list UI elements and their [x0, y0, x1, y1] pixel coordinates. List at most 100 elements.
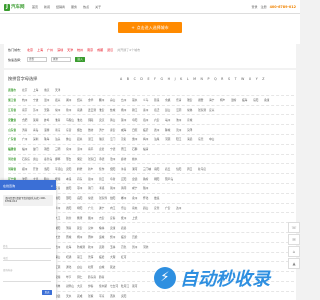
- letter-link[interactable]: Y: [256, 77, 258, 81]
- send-button[interactable]: 发送: [42, 290, 52, 295]
- city-link[interactable]: 晋中: [88, 235, 99, 239]
- city-link[interactable]: 江阴: [176, 108, 187, 112]
- city-link[interactable]: 白山: [77, 265, 88, 269]
- city-link[interactable]: 上饶: [132, 216, 143, 220]
- city-link[interactable]: 嘉兴: [55, 98, 66, 102]
- province-select[interactable]: 省份: [27, 57, 48, 62]
- city-link[interactable]: 泸州: [55, 206, 66, 210]
- city-link[interactable]: 宜兴: [209, 108, 220, 112]
- city-link[interactable]: 运城: [99, 235, 110, 239]
- city-link[interactable]: 七台河: [110, 284, 121, 288]
- letter-link[interactable]: M: [193, 77, 196, 81]
- city-link[interactable]: 温岭: [231, 98, 242, 102]
- close-icon[interactable]: ×: [50, 184, 53, 188]
- city-link[interactable]: 枣庄: [55, 128, 66, 132]
- city-link[interactable]: 普洱: [88, 255, 99, 259]
- city-link[interactable]: 通化: [66, 265, 77, 269]
- city-link[interactable]: 本溪: [66, 177, 77, 181]
- city-link[interactable]: 亳州: [165, 118, 176, 122]
- city-link[interactable]: 诸暨: [198, 98, 209, 102]
- city-link[interactable]: 潍坊: [88, 128, 99, 132]
- nav-item[interactable]: 经销商: [56, 5, 65, 9]
- city-link[interactable]: 池州: [176, 118, 187, 122]
- city-link[interactable]: 三门峡: [143, 167, 154, 171]
- city-link[interactable]: 淮安: [99, 108, 110, 112]
- city-link[interactable]: 商洛: [121, 226, 132, 230]
- city-link[interactable]: 广州: [22, 137, 33, 141]
- city-link[interactable]: 梧州: [55, 245, 66, 249]
- city-link[interactable]: 忻州: [110, 235, 121, 239]
- city-link[interactable]: 丹东: [77, 177, 88, 181]
- city-link[interactable]: 马鞍山: [66, 118, 77, 122]
- city-link[interactable]: 聊城: [165, 128, 176, 132]
- city-link[interactable]: 大理: [110, 255, 121, 259]
- hot-city-link[interactable]: 天津: [67, 48, 73, 52]
- city-link[interactable]: 龙岩: [99, 147, 110, 151]
- city-link[interactable]: 汕头: [55, 137, 66, 141]
- hot-city-link[interactable]: 武汉: [107, 48, 113, 52]
- city-link[interactable]: 韶关: [77, 137, 88, 141]
- city-link[interactable]: 石家庄: [22, 157, 33, 161]
- city-link[interactable]: 临沂: [143, 128, 154, 132]
- city-link[interactable]: 邯郸: [55, 157, 66, 161]
- phone-field[interactable]: 电话: [3, 254, 51, 261]
- city-link[interactable]: 南京: [22, 108, 33, 112]
- city-link[interactable]: 岳阳: [77, 196, 88, 200]
- city-link[interactable]: 厦门: [33, 147, 44, 151]
- city-link[interactable]: 葫芦岛: [165, 177, 176, 181]
- city-link[interactable]: 威海: [121, 128, 132, 132]
- city-link[interactable]: 吕梁: [132, 235, 143, 239]
- letter-link[interactable]: Z: [262, 77, 264, 81]
- letter-link[interactable]: K: [180, 77, 182, 81]
- city-link[interactable]: 盐城: [110, 108, 121, 112]
- city-link[interactable]: 铜仁: [77, 275, 88, 279]
- city-link[interactable]: 朝阳: [154, 177, 165, 181]
- letter-link[interactable]: P: [208, 77, 210, 81]
- city-link[interactable]: 湖州: [66, 98, 77, 102]
- city-link[interactable]: 泰安: [110, 128, 121, 132]
- city-link[interactable]: 延边: [110, 265, 121, 269]
- city-link[interactable]: 鹰潭: [77, 216, 88, 220]
- city-link[interactable]: 郑州: [22, 167, 33, 171]
- letter-link[interactable]: G: [161, 77, 163, 81]
- city-link[interactable]: 烟台: [77, 128, 88, 132]
- city-link[interactable]: 泰州: [143, 108, 154, 112]
- city-link[interactable]: 铁岭: [143, 177, 154, 181]
- city-link[interactable]: 深圳: [33, 137, 44, 141]
- city-link[interactable]: 双鸭山: [66, 284, 77, 288]
- city-link[interactable]: 毕节: [66, 275, 77, 279]
- city-link[interactable]: 镇江: [132, 108, 143, 112]
- city-link[interactable]: 惠州: [132, 137, 143, 141]
- city-link[interactable]: 濮阳: [110, 167, 121, 171]
- city-link[interactable]: 贺州: [132, 245, 143, 249]
- city-link[interactable]: 牡丹江: [121, 284, 132, 288]
- city-link[interactable]: 张家口: [88, 157, 99, 161]
- city-link[interactable]: 义乌: [143, 98, 154, 102]
- city-link[interactable]: 抚州: [121, 216, 132, 220]
- city-link[interactable]: 邢台: [66, 157, 77, 161]
- city-link[interactable]: 辽阳: [121, 177, 132, 181]
- city-link[interactable]: 荆州: [110, 186, 121, 190]
- city-link[interactable]: 临汾: [121, 235, 132, 239]
- city-link[interactable]: 玉林: [110, 245, 121, 249]
- city-link[interactable]: 遂宁: [99, 206, 110, 210]
- city-link[interactable]: 德州: [154, 128, 165, 132]
- city-link[interactable]: 保定: [77, 157, 88, 161]
- city-link[interactable]: 咸阳: [55, 226, 66, 230]
- city-link[interactable]: 日照: [132, 128, 143, 132]
- city-link[interactable]: 达州: [176, 206, 187, 210]
- city-link[interactable]: 慈溪: [154, 98, 165, 102]
- city-link[interactable]: 防城港: [77, 245, 88, 249]
- city-link[interactable]: 常德: [88, 196, 99, 200]
- city-link[interactable]: 清远: [187, 137, 198, 141]
- city-link[interactable]: 安康: [110, 226, 121, 230]
- city-link[interactable]: 北海: [66, 245, 77, 249]
- city-link[interactable]: 东莞: [198, 137, 209, 141]
- city-link[interactable]: 宜春: [110, 216, 121, 220]
- city-link[interactable]: 茂名: [121, 137, 132, 141]
- city-link[interactable]: 绍兴: [77, 98, 88, 102]
- city-link[interactable]: 瑞安: [187, 98, 198, 102]
- city-link[interactable]: 晋江: [121, 147, 132, 151]
- city-link[interactable]: 乐清: [176, 98, 187, 102]
- hot-city-link[interactable]: 广州: [47, 48, 53, 52]
